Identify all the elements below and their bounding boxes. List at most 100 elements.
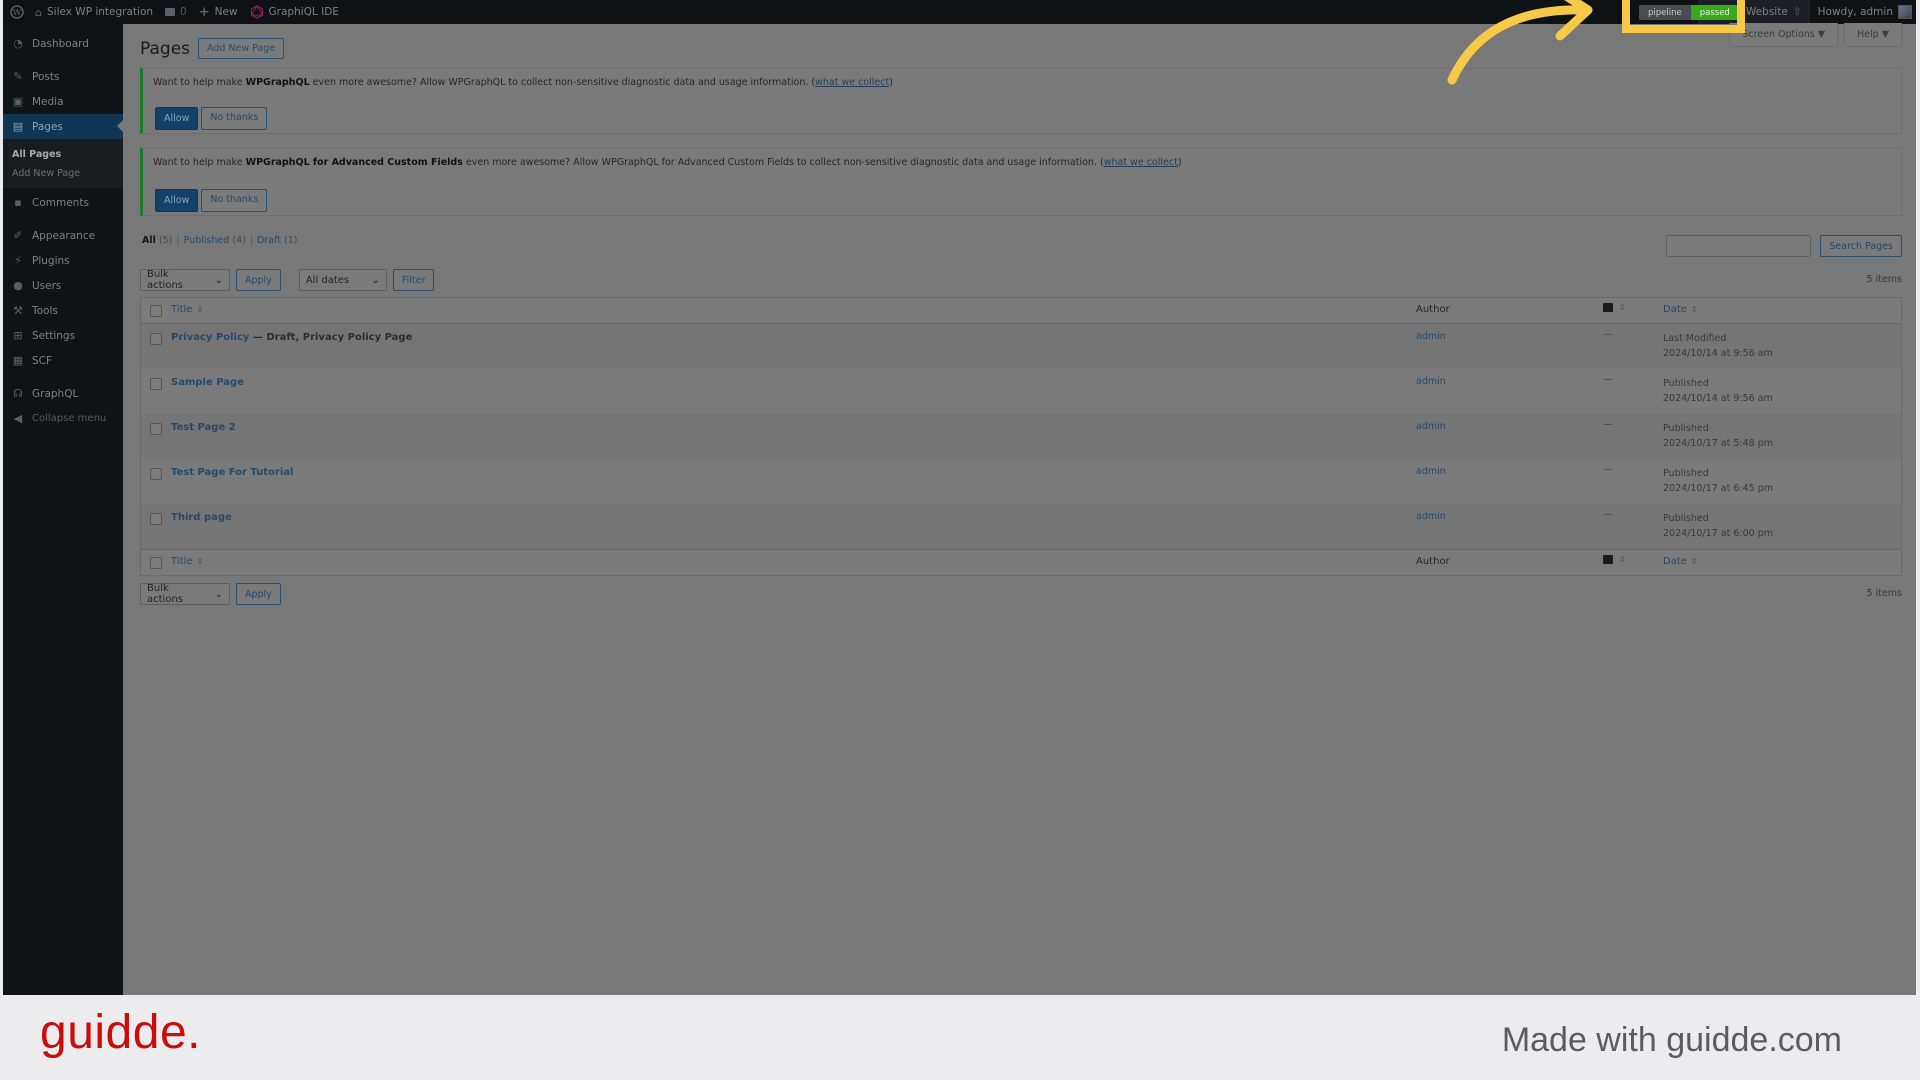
sidebar-item-dashboard[interactable]: ◔ Dashboard: [3, 31, 123, 56]
site-name-link[interactable]: ⌂ Silex WP integration: [29, 0, 159, 24]
sidebar-item-settings[interactable]: ⊞ Settings: [3, 323, 123, 348]
made-with-guidde: Made with guidde.com: [1501, 1021, 1842, 1059]
wpgraphql-telemetry-notice: Want to help make WPGraphQL even more aw…: [140, 68, 1902, 134]
comments-column-footer[interactable]: ⇕: [1603, 555, 1626, 564]
home-icon: ⌂: [35, 5, 42, 19]
notice-text: Want to help make WPGraphQL even more aw…: [153, 77, 893, 88]
sidebar-item-posts[interactable]: ✎ Posts: [3, 64, 123, 89]
upload-icon: ⇧: [1792, 6, 1802, 18]
sidebar-item-pages[interactable]: ▤ Pages: [3, 114, 123, 139]
sidebar-item-appearance[interactable]: ✐ Appearance: [3, 223, 123, 248]
view-published-link[interactable]: Published: [184, 235, 230, 246]
view-all-link[interactable]: All: [142, 235, 156, 246]
admin-sidebar: ◔ Dashboard ✎ Posts ▣ Media ▤ Pages All Page…: [3, 24, 123, 995]
row-checkbox[interactable]: [150, 423, 162, 435]
pin-icon: ✎: [13, 70, 23, 83]
bulk-actions-select[interactable]: Bulk actions ⌄: [140, 269, 230, 291]
sidebar-item-graphql[interactable]: ☊ GraphQL: [3, 381, 123, 406]
title-column-header[interactable]: Title ⇕: [171, 304, 203, 315]
sort-icon: ⇕: [1690, 305, 1698, 314]
author-link[interactable]: admin: [1416, 466, 1446, 477]
page-title: Pages: [140, 38, 191, 59]
date-column-footer[interactable]: Date ⇕: [1663, 556, 1698, 567]
allow-button[interactable]: Allow: [155, 107, 199, 130]
search-pages-button[interactable]: Search Pages: [1820, 235, 1902, 257]
submenu-all-pages[interactable]: All Pages: [3, 145, 123, 164]
sort-icon: ⇕: [1619, 303, 1626, 312]
what-we-collect-link[interactable]: what we collect: [815, 77, 889, 88]
row-checkbox[interactable]: [150, 378, 162, 390]
user-icon: ●: [13, 279, 23, 292]
sidebar-item-media[interactable]: ▣ Media: [3, 89, 123, 114]
new-content-link[interactable]: + New: [193, 0, 244, 24]
apply-button[interactable]: Apply: [236, 269, 281, 291]
row-checkbox[interactable]: [150, 333, 162, 345]
date-column-header[interactable]: Date ⇕: [1663, 304, 1698, 315]
table-row: Test Page For Tutorial admin — Published…: [141, 459, 1901, 504]
author-column-footer: Author: [1416, 556, 1450, 567]
view-draft-link[interactable]: Draft: [257, 235, 281, 246]
account-menu[interactable]: Howdy, admin: [1810, 0, 1916, 24]
author-column-header: Author: [1416, 304, 1450, 315]
post-state: — Draft, Privacy Policy Page: [249, 332, 413, 343]
wpgraphql-acf-telemetry-notice: Want to help make WPGraphQL for Advanced…: [140, 148, 1902, 216]
no-thanks-button[interactable]: No thanks: [201, 189, 268, 212]
sidebar-item-users[interactable]: ● Users: [3, 273, 123, 298]
page-title-link[interactable]: Privacy Policy: [171, 332, 249, 343]
author-link[interactable]: admin: [1416, 511, 1446, 522]
comments-link[interactable]: 0: [159, 0, 193, 24]
search-input[interactable]: [1666, 235, 1812, 257]
filter-button[interactable]: Filter: [392, 269, 435, 291]
chevron-down-icon: ⌄: [214, 274, 223, 286]
page-title-link[interactable]: Test Page For Tutorial: [171, 467, 293, 478]
submenu-add-new-page[interactable]: Add New Page: [3, 164, 123, 183]
pages-icon: ▤: [12, 120, 24, 133]
svg-text:W: W: [13, 8, 22, 18]
apply-button-bottom[interactable]: Apply: [236, 583, 281, 605]
graphql-logo-icon: [250, 5, 263, 19]
date-cell: Published 2024/10/17 at 6:45 pm: [1663, 468, 1773, 494]
page-title-link[interactable]: Third page: [171, 512, 232, 523]
what-we-collect-link[interactable]: what we collect: [1104, 157, 1178, 168]
comment-icon: [1603, 303, 1613, 312]
table-body: Privacy Policy — Draft, Privacy Policy P…: [141, 324, 1901, 549]
allow-button[interactable]: Allow: [155, 189, 199, 212]
page-title-link[interactable]: Sample Page: [171, 377, 244, 388]
add-new-page-button[interactable]: Add New Page: [198, 38, 285, 59]
author-link[interactable]: admin: [1416, 421, 1446, 432]
date-cell: Last Modified 2024/10/14 at 9:56 am: [1663, 333, 1773, 359]
sidebar-item-tools[interactable]: ⚒ Tools: [3, 298, 123, 323]
select-all-checkbox[interactable]: [150, 557, 162, 569]
author-link[interactable]: admin: [1416, 376, 1446, 387]
collapse-menu-button[interactable]: ◀ Collapse menu: [3, 406, 123, 431]
plugin-icon: ⚡: [14, 254, 22, 267]
table-row: Privacy Policy — Draft, Privacy Policy P…: [141, 324, 1901, 369]
no-thanks-button[interactable]: No thanks: [201, 107, 268, 130]
bulk-actions-select-bottom[interactable]: Bulk actions ⌄: [140, 583, 230, 605]
page-title-link[interactable]: Test Page 2: [171, 422, 236, 433]
title-column-footer[interactable]: Title ⇕: [171, 556, 203, 567]
select-all-checkbox[interactable]: [150, 305, 162, 317]
table-row: Sample Page admin — Published 2024/10/14 …: [141, 369, 1901, 414]
graphiql-ide-link[interactable]: GraphiQL IDE: [244, 0, 345, 24]
sidebar-item-comments[interactable]: ▪ Comments: [3, 190, 123, 215]
date-filter-select[interactable]: All dates ⌄: [298, 269, 387, 291]
sidebar-item-plugins[interactable]: ⚡ Plugins: [3, 248, 123, 273]
table-row: Test Page 2 admin — Published 2024/10/17 …: [141, 414, 1901, 459]
screen-options-button[interactable]: Screen Options ▼: [1729, 23, 1839, 47]
author-link[interactable]: admin: [1416, 331, 1446, 342]
table-header: Title ⇕ Author ⇕ Date ⇕: [141, 298, 1901, 324]
sort-icon: ⇕: [1690, 557, 1698, 566]
row-checkbox[interactable]: [150, 468, 162, 480]
row-checkbox[interactable]: [150, 513, 162, 525]
date-cell: Published 2024/10/17 at 5:48 pm: [1663, 423, 1773, 449]
help-button[interactable]: Help ▼: [1844, 23, 1902, 47]
comment-icon: [165, 8, 176, 16]
sidebar-item-scf[interactable]: ▦ SCF: [3, 348, 123, 373]
comments-column-header[interactable]: ⇕: [1603, 303, 1626, 312]
brush-icon: ✐: [13, 229, 23, 242]
comment-icon: [1603, 555, 1613, 564]
comment-count: —: [1603, 509, 1613, 520]
wordpress-logo-button[interactable]: W: [5, 0, 29, 24]
guidde-logo: guidde.: [40, 1006, 201, 1059]
